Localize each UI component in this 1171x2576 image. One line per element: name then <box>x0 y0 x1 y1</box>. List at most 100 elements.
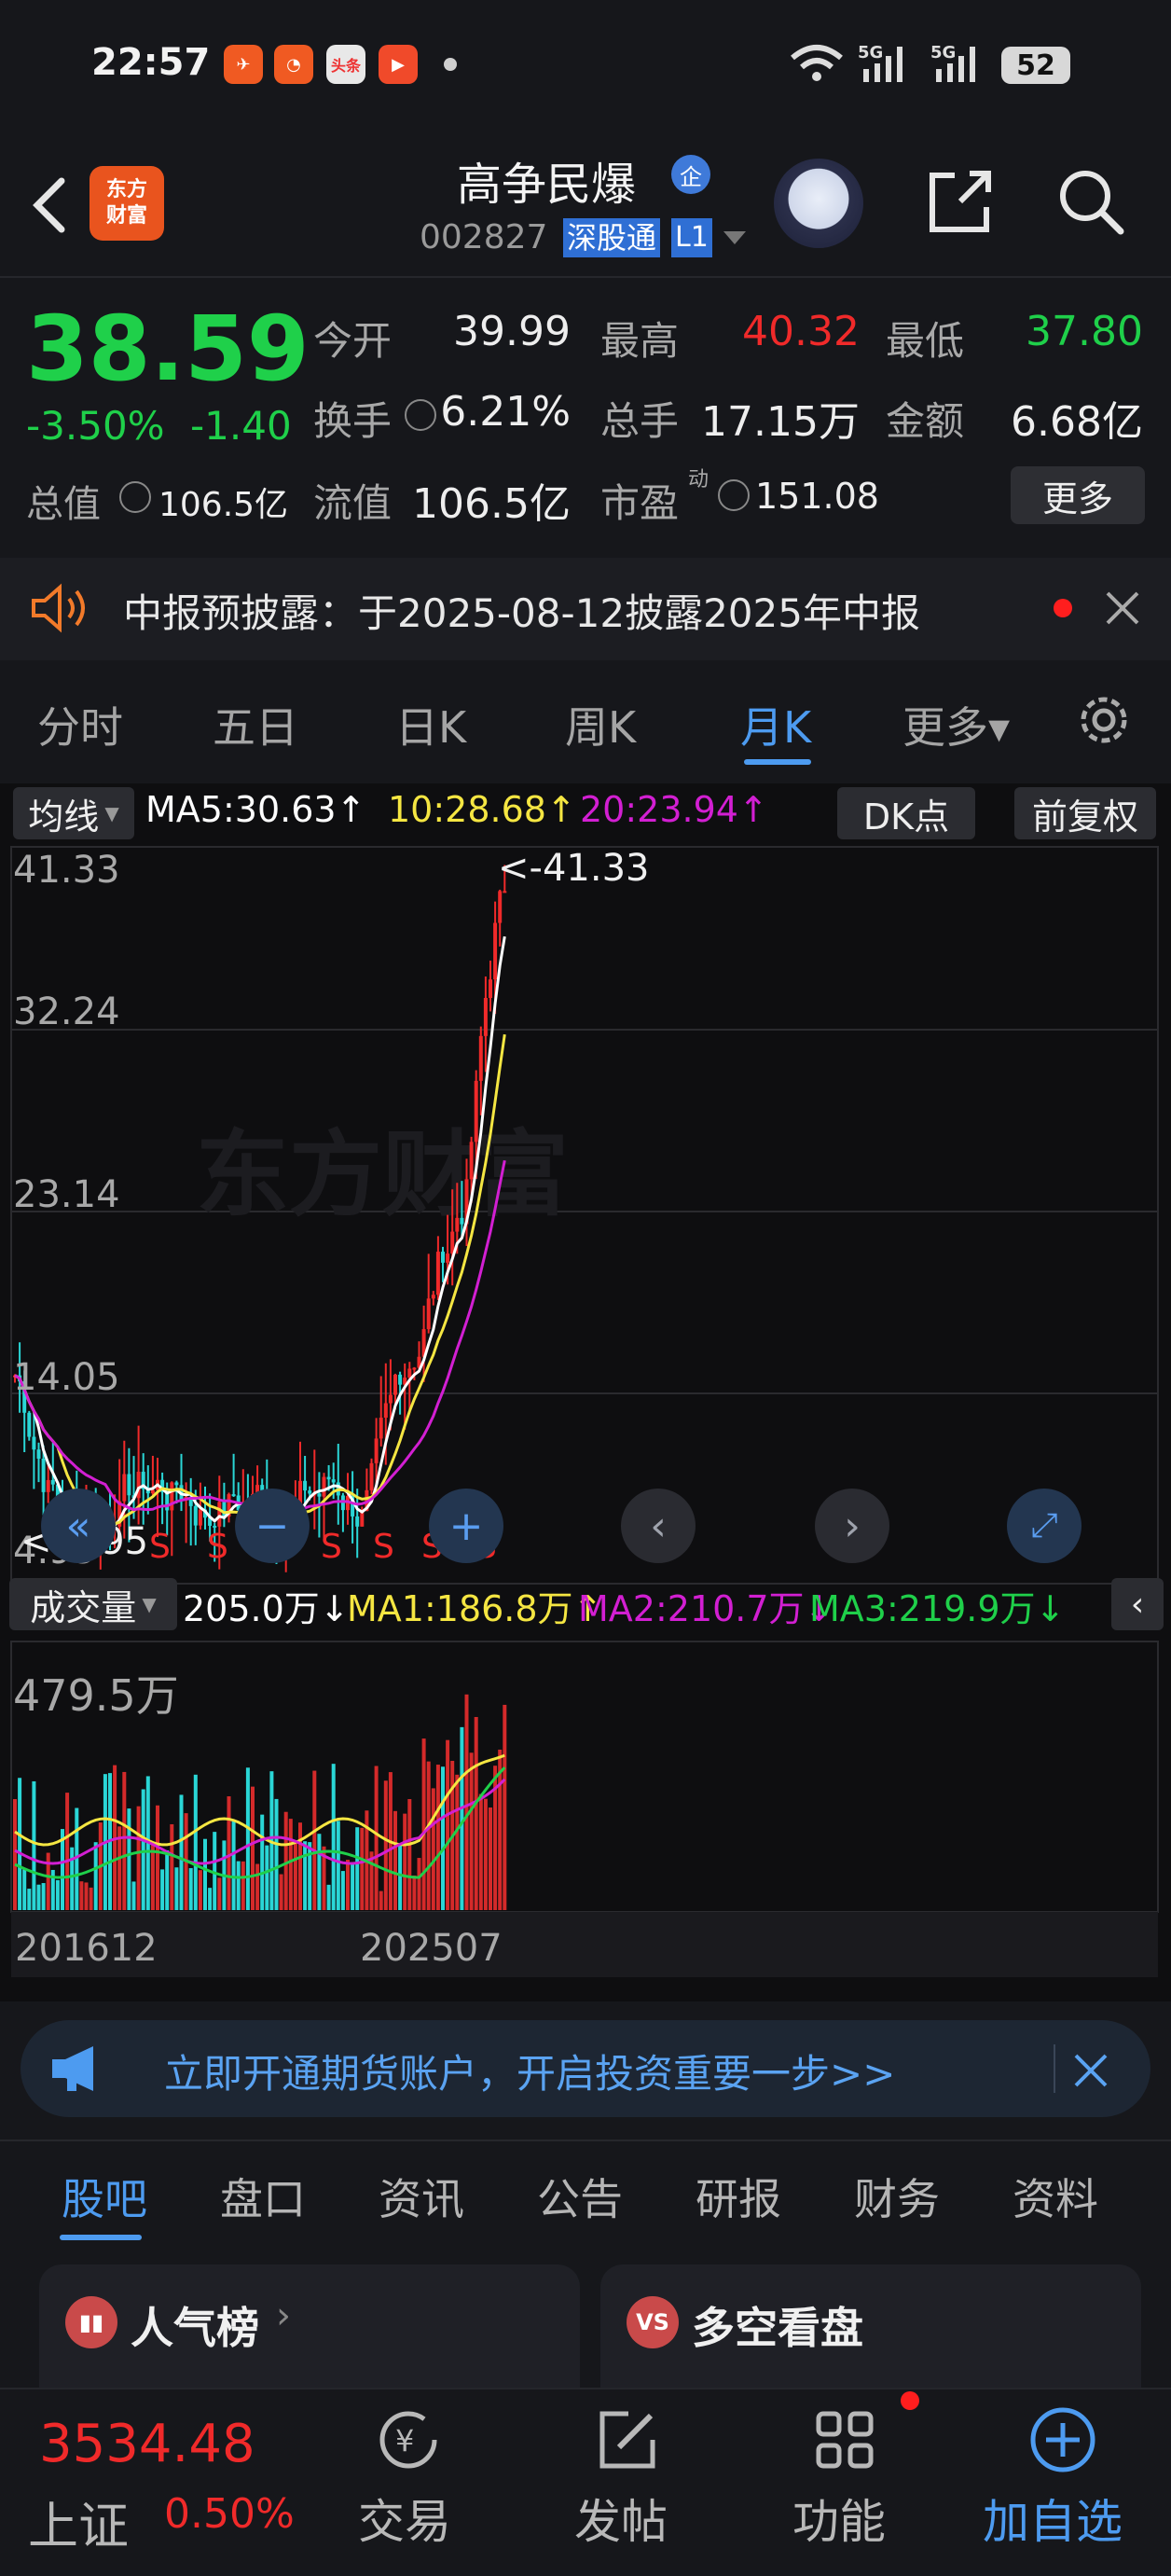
stock-name[interactable]: 高争民爆 <box>457 147 636 213</box>
speaker-icon <box>32 583 85 633</box>
toutiao-icon: 头条 <box>326 45 365 84</box>
subtab-financials[interactable]: 财务 <box>854 2166 940 2227</box>
bull-bear-card-title[interactable]: 多空看盘 <box>692 2294 863 2356</box>
adjust-selector[interactable]: 前复权 <box>1014 787 1156 839</box>
fullscreen-icon[interactable]: ⤢ <box>1007 1489 1081 1563</box>
candle-body <box>36 1449 41 1459</box>
volume-bar <box>478 1794 483 1910</box>
nav-post[interactable]: 发帖 <box>574 2485 668 2552</box>
float-label: 流值 <box>313 480 393 526</box>
index-name[interactable]: 上证 <box>28 2485 129 2558</box>
candle-body <box>407 1368 412 1378</box>
notice-text[interactable]: 中报预披露：于2025-08-12披露2025年中报 <box>123 582 920 639</box>
volume-bar <box>208 1888 213 1910</box>
candle-body <box>46 1479 50 1492</box>
settings-gear-icon[interactable] <box>1074 690 1134 750</box>
candle-body <box>193 1505 198 1526</box>
volume-bar <box>360 1827 365 1910</box>
volume-bar <box>308 1842 312 1910</box>
nav-function[interactable]: 功能 <box>792 2485 886 2552</box>
volume-axis-top: 479.5万 <box>13 1670 179 1721</box>
signal-5g-2-icon: 5G <box>930 43 975 82</box>
volume-ma-lines <box>14 1753 506 1879</box>
share-icon[interactable] <box>923 164 998 239</box>
candle-body <box>369 1462 374 1490</box>
max-price-marker: <-41.33 <box>498 847 650 890</box>
volume-bar <box>156 1805 159 1910</box>
watermark-logo: 东方财富 <box>196 1120 569 1229</box>
volume-bar <box>435 1765 440 1910</box>
volume-bar <box>203 1838 207 1910</box>
stock-code: 002827 <box>420 218 548 256</box>
zoom-out-icon[interactable]: − <box>235 1489 310 1563</box>
ma-selector-label: 均线 <box>28 796 100 838</box>
volume-bar <box>489 1807 492 1910</box>
volume-bar <box>421 1738 426 1910</box>
subtab-profile[interactable]: 资料 <box>1013 2166 1098 2227</box>
level-tag: L1 <box>671 218 712 257</box>
trade-icon[interactable]: ¥ <box>373 2404 444 2475</box>
ai-assistant-avatar[interactable] <box>774 159 863 248</box>
signal-5g-icon: 5G <box>858 43 902 82</box>
subtab-announcements[interactable]: 公告 <box>537 2166 623 2227</box>
mktcap-label: 总值 <box>26 483 101 526</box>
nav-add-watchlist[interactable]: 加自选 <box>983 2485 1123 2552</box>
index-percent[interactable]: 0.50% <box>164 2490 295 2538</box>
dk-point-selector[interactable]: DK点 <box>837 787 975 839</box>
volume-bar <box>32 1780 36 1910</box>
tab-monthly-k[interactable]: 月K <box>740 694 811 755</box>
subtab-research[interactable]: 研报 <box>696 2166 781 2227</box>
collapse-icon[interactable]: ‹ <box>1111 1578 1164 1630</box>
subtab-orderbook[interactable]: 盘口 <box>220 2166 306 2227</box>
divider <box>0 2140 1171 2141</box>
tab-five-day[interactable]: 五日 <box>213 694 298 755</box>
zoom-in-icon[interactable]: + <box>429 1489 503 1563</box>
scroll-left-fast-icon[interactable]: « <box>41 1489 116 1563</box>
tab-more[interactable]: 更多▾ <box>902 694 1010 755</box>
search-icon[interactable] <box>1054 164 1128 239</box>
tab-daily-k[interactable]: 日K <box>395 694 466 755</box>
info-icon[interactable] <box>405 399 436 431</box>
candle-body <box>41 1458 46 1492</box>
back-arrow-icon[interactable] <box>21 168 76 242</box>
candle-body <box>170 1482 174 1511</box>
nav-trade[interactable]: 交易 <box>358 2485 451 2552</box>
candle-body <box>431 1295 435 1299</box>
turnover-value: 6.21% <box>440 388 571 436</box>
low-label: 最低 <box>886 318 965 364</box>
notification-dot-icon <box>444 58 457 71</box>
price-axis-mid1: 32.24 <box>13 990 120 1033</box>
open-label: 今开 <box>313 318 393 364</box>
volume-bar <box>317 1834 322 1910</box>
subtab-forum[interactable]: 股吧 <box>62 2166 147 2227</box>
volume-bars <box>13 1694 507 1910</box>
volume-bar <box>279 1874 283 1910</box>
subtab-underline <box>60 2235 142 2240</box>
dropdown-triangle-icon[interactable] <box>722 229 748 248</box>
chevron-left-icon[interactable]: ‹ <box>621 1489 696 1563</box>
sell-marker: S <box>373 1528 394 1566</box>
tab-weekly-k[interactable]: 周K <box>565 694 636 755</box>
volume-bar <box>89 1887 93 1910</box>
volume-bar <box>298 1822 302 1910</box>
info-icon[interactable] <box>718 479 750 511</box>
subtab-news[interactable]: 资讯 <box>379 2166 464 2227</box>
volume-indicator-selector[interactable]: 成交量 ▼ <box>9 1578 177 1630</box>
add-watchlist-icon[interactable] <box>1026 2403 1100 2477</box>
volume-bar <box>213 1832 217 1910</box>
function-grid-icon[interactable] <box>809 2404 880 2475</box>
volume-bar <box>18 1778 22 1910</box>
popularity-card-title[interactable]: 人气榜 <box>131 2294 259 2356</box>
chevron-right-icon[interactable]: › <box>815 1489 889 1563</box>
banner-text[interactable]: 立即开通期货账户，开启投资重要一步>> <box>164 2043 895 2099</box>
ma-selector[interactable]: 均线 ▼ <box>13 787 134 839</box>
volume-bar <box>27 1889 32 1910</box>
volume-bar <box>127 1808 131 1910</box>
post-edit-icon[interactable] <box>591 2404 662 2475</box>
index-value[interactable]: 3534.48 <box>39 2414 255 2474</box>
tab-intraday[interactable]: 分时 <box>37 694 123 755</box>
close-icon[interactable] <box>1104 589 1141 627</box>
info-icon[interactable] <box>119 481 151 513</box>
more-button[interactable]: 更多 <box>1011 466 1145 524</box>
banner-close-icon[interactable] <box>1072 2052 1109 2089</box>
